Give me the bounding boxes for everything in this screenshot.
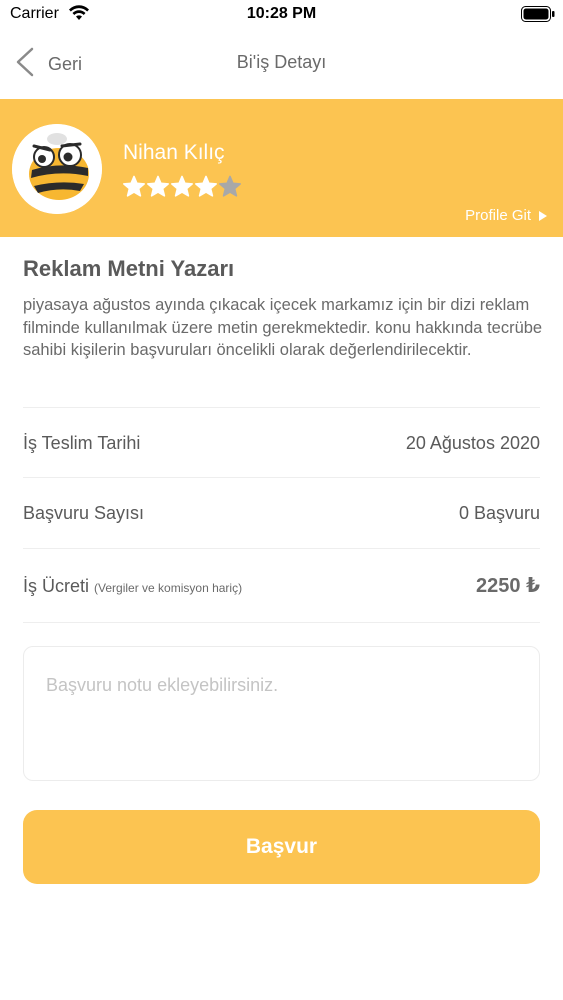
star-rating	[122, 175, 242, 199]
star-filled-icon	[170, 175, 194, 199]
deadline-label: İş Teslim Tarihi	[23, 433, 141, 453]
deadline-row: İş Teslim Tarihi 20 Ağustos 2020	[23, 407, 540, 477]
star-filled-icon	[122, 175, 146, 199]
page-title: Bi'iş Detayı	[236, 52, 327, 72]
profile-banner: Nihan Kılıç Profile Git	[0, 99, 563, 237]
application-note-input[interactable]	[24, 647, 539, 780]
profile-name: Nihan Kılıç	[123, 141, 225, 164]
fee-label: İş Ücreti	[23, 576, 90, 596]
job-description: piyasaya ağustos ayında çıkacak içecek m…	[23, 296, 543, 359]
star-empty-icon	[218, 175, 242, 199]
star-filled-icon	[194, 175, 218, 199]
fee-note: (Vergiler ve komisyon hariç)	[94, 581, 243, 595]
play-arrow-icon	[539, 210, 547, 221]
apply-button[interactable]: Başvur	[23, 810, 540, 884]
fee-value: 2250 ₺	[476, 575, 540, 597]
applications-label: Başvuru Sayısı	[23, 503, 145, 523]
battery-icon	[521, 6, 555, 27]
deadline-value: 20 Ağustos 2020	[405, 433, 540, 453]
profile-link[interactable]: Profile Git	[465, 207, 547, 224]
navigation-bar: Geri Bi'iş Detayı	[0, 30, 563, 98]
avatar[interactable]	[12, 124, 102, 214]
fee-row: İş Ücreti (Vergiler ve komisyon hariç) 2…	[23, 548, 540, 622]
job-title: Reklam Metni Yazarı	[23, 256, 235, 281]
status-bar: Carrier 10:28 PM	[0, 0, 563, 30]
star-filled-icon	[146, 175, 170, 199]
bee-mascot-icon	[12, 124, 102, 214]
applications-value: 0 Başvuru	[458, 503, 540, 523]
profile-link-label: Profile Git	[465, 207, 531, 224]
application-note-field[interactable]	[23, 646, 540, 781]
status-time: 10:28 PM	[246, 5, 317, 22]
divider	[23, 622, 540, 623]
applications-row: Başvuru Sayısı 0 Başvuru	[23, 477, 540, 547]
fee-label-group: İş Ücreti (Vergiler ve komisyon hariç)	[23, 549, 242, 623]
